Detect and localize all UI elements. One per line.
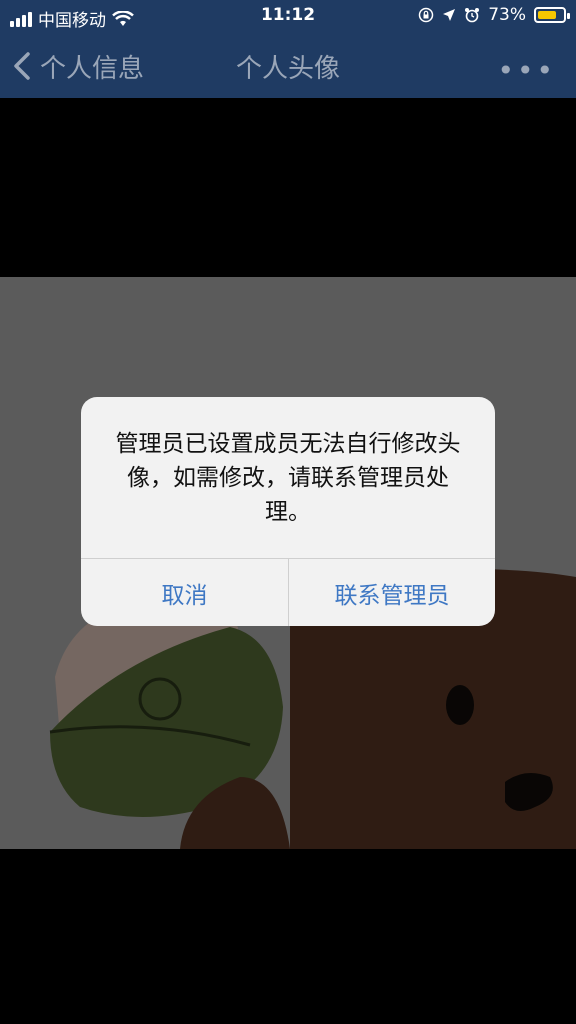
battery-percent: 73% — [488, 5, 526, 25]
battery-icon — [534, 7, 570, 23]
lock-rotation-icon — [418, 7, 434, 23]
cancel-button[interactable]: 取消 — [81, 559, 288, 626]
alert-dialog: 管理员已设置成员无法自行修改头像，如需修改，请联系管理员处理。 取消 联系管理员 — [81, 397, 495, 626]
top-bar: 中国移动 11:12 73% 个人信息 个人头像 ••• — [0, 0, 576, 98]
status-right: 73% — [418, 5, 570, 25]
alert-message: 管理员已设置成员无法自行修改头像，如需修改，请联系管理员处理。 — [115, 431, 461, 525]
page-title: 个人头像 — [235, 54, 340, 84]
alarm-icon — [465, 8, 480, 23]
more-dots-icon[interactable]: ••• — [497, 54, 556, 87]
battery-fill — [538, 11, 556, 19]
screen: 中国移动 11:12 73% 个人信息 个人头像 ••• 管理员已设置成员无法自… — [0, 0, 576, 1024]
contact-admin-button[interactable]: 联系管理员 — [289, 559, 495, 626]
location-icon — [443, 9, 456, 21]
nav-bar: 个人信息 个人头像 ••• — [0, 34, 576, 98]
status-bar: 中国移动 11:12 73% — [0, 0, 576, 34]
